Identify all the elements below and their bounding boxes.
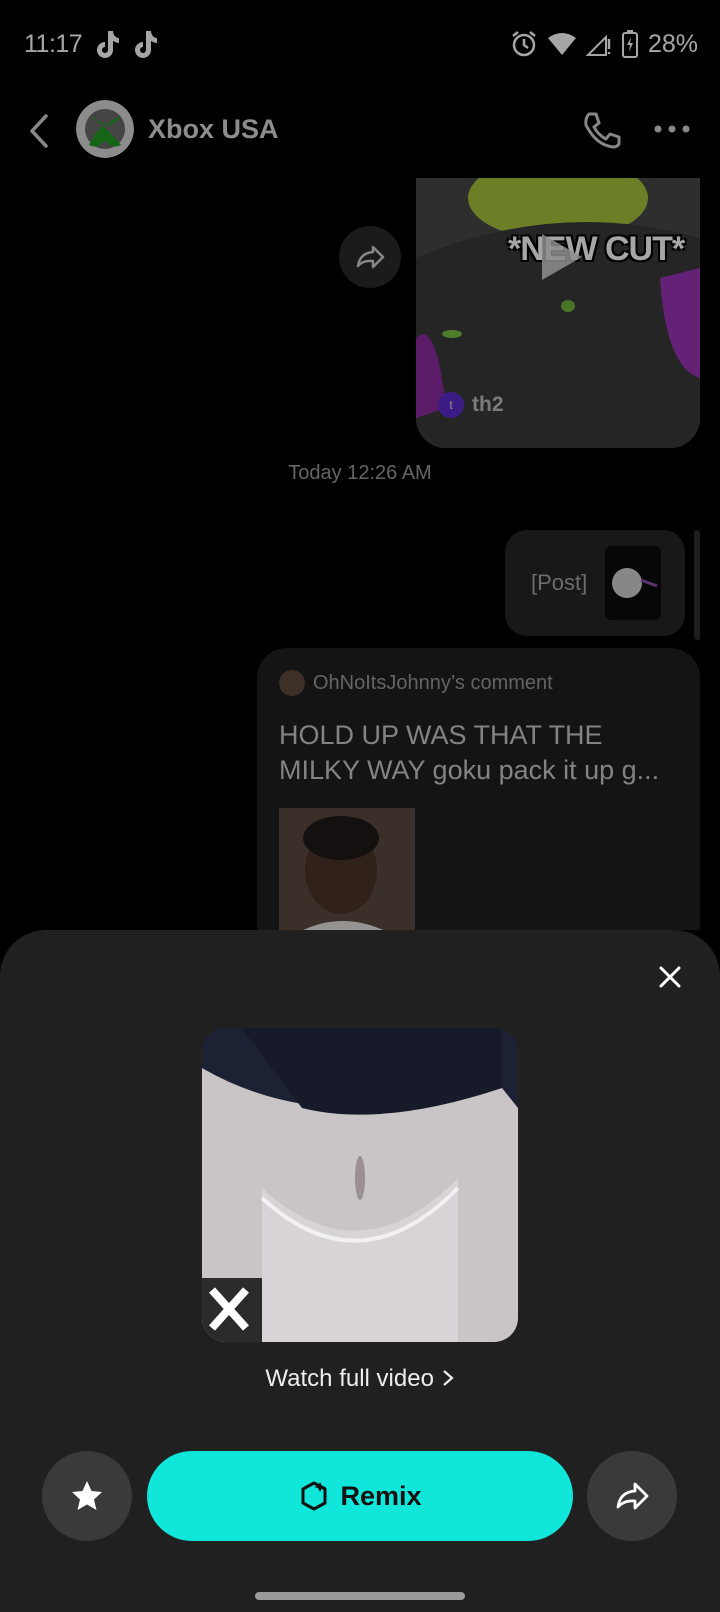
- remix-label: Remix: [340, 1480, 422, 1511]
- preview-image: [202, 1028, 518, 1342]
- video-preview[interactable]: [202, 1028, 518, 1342]
- play-icon[interactable]: [534, 230, 586, 284]
- tiktok-icon: [135, 31, 157, 58]
- share-button[interactable]: [587, 1451, 677, 1541]
- author-name: th2: [472, 393, 504, 416]
- comment-image: [279, 808, 415, 930]
- message-timestamp: Today 12:26 AM: [288, 462, 432, 484]
- scroll-indicator: [694, 530, 700, 640]
- chat-area: *NEW CUT* t th2 Today 12:26 AM [Post] Oh…: [0, 170, 720, 930]
- author-avatar: t: [438, 392, 464, 418]
- post-thumbnail: [605, 546, 661, 620]
- comment-author: OhNoItsJohnny’s comment: [313, 671, 553, 694]
- home-indicator[interactable]: [255, 1592, 465, 1600]
- comment-text: HOLD UP WAS THAT THE MILKY WAY goku pack…: [279, 720, 660, 785]
- more-icon[interactable]: [652, 114, 692, 144]
- share-icon: [356, 245, 385, 269]
- comment-avatar: [279, 670, 305, 696]
- comment-header: OhNoItsJohnny’s comment: [279, 670, 553, 696]
- chat-header: Xbox USA: [0, 96, 720, 166]
- avatar[interactable]: [76, 100, 134, 158]
- share-icon: [616, 1482, 649, 1510]
- battery-percent: 28%: [647, 29, 698, 58]
- close-icon[interactable]: [653, 960, 687, 994]
- video-author: t th2: [438, 392, 504, 418]
- tiktok-icon: [97, 31, 119, 58]
- forward-button[interactable]: [339, 226, 401, 288]
- status-icons: 28%: [510, 28, 698, 60]
- remix-button[interactable]: Remix: [147, 1451, 573, 1541]
- video-message[interactable]: *NEW CUT* t th2: [416, 178, 700, 448]
- post-label: [Post]: [531, 570, 588, 595]
- status-bar: 11:17 28%: [0, 0, 720, 90]
- phone-icon[interactable]: [580, 108, 624, 152]
- signal-icon: [585, 34, 611, 56]
- battery-icon: [621, 30, 638, 58]
- alarm-icon: [512, 31, 536, 57]
- wifi-icon: [547, 33, 576, 55]
- contact-name[interactable]: Xbox USA: [148, 114, 279, 145]
- remix-icon: [301, 1481, 327, 1511]
- xbox-logo: [76, 100, 134, 158]
- bottom-sheet: Watch full video Remix: [0, 930, 720, 1612]
- chevron-right-icon: [442, 1370, 454, 1386]
- status-time: 11:17: [24, 30, 83, 58]
- star-icon: [72, 1481, 102, 1510]
- watch-full-video-link[interactable]: Watch full video: [0, 1365, 720, 1393]
- comment-message[interactable]: OhNoItsJohnny’s comment HOLD UP WAS THAT…: [257, 648, 700, 930]
- watch-full-video-label: Watch full video: [265, 1365, 434, 1392]
- back-icon[interactable]: [24, 112, 54, 150]
- favorite-button[interactable]: [42, 1451, 132, 1541]
- post-message[interactable]: [Post]: [505, 530, 685, 636]
